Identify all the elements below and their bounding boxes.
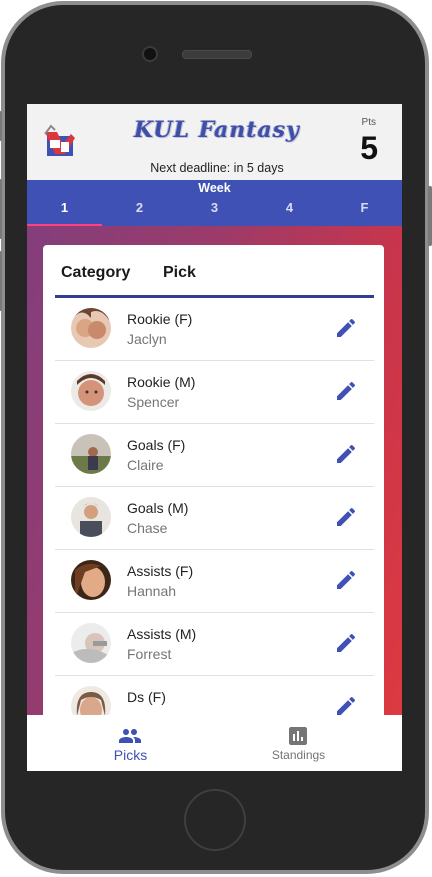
category-label: Goals (F) bbox=[127, 437, 186, 453]
nav-picks-label: Picks bbox=[113, 747, 148, 763]
category-label: Assists (M) bbox=[127, 626, 197, 642]
pencil-icon[interactable] bbox=[334, 568, 358, 592]
week-tab-4[interactable]: 4 bbox=[252, 196, 327, 226]
pick-column-header[interactable]: Pick bbox=[163, 264, 196, 282]
volume-down-button bbox=[0, 251, 2, 311]
avatar bbox=[71, 434, 111, 474]
category-label: Rookie (F) bbox=[127, 311, 193, 327]
pick-row[interactable]: Assists (M) Forrest bbox=[55, 613, 374, 676]
category-label: Rookie (M) bbox=[127, 374, 196, 390]
category-column-header[interactable]: Category bbox=[61, 264, 130, 282]
avatar bbox=[71, 497, 111, 537]
pick-name: Hannah bbox=[127, 583, 177, 599]
points-label: Pts bbox=[361, 117, 376, 128]
pick-name: Jaclyn bbox=[127, 331, 167, 347]
week-title: Week bbox=[198, 181, 231, 195]
deadline-text: Next deadline: in 5 days bbox=[150, 161, 284, 175]
app-title: KUL Fantasy bbox=[134, 117, 300, 143]
people-icon bbox=[118, 724, 142, 748]
avatar bbox=[71, 308, 111, 348]
app-header: KUL Fantasy Next deadline: in 5 days Pts… bbox=[27, 104, 402, 180]
avatar bbox=[71, 623, 111, 663]
pick-name: Claire bbox=[127, 457, 164, 473]
week-tab-final[interactable]: F bbox=[327, 196, 402, 226]
earpiece-speaker bbox=[182, 50, 252, 59]
week-tab-2[interactable]: 2 bbox=[102, 196, 177, 226]
mute-switch bbox=[0, 111, 2, 141]
week-tab-1[interactable]: 1 bbox=[27, 196, 102, 226]
kul-logo-icon bbox=[41, 124, 79, 158]
picks-header: Category Pick bbox=[55, 245, 374, 298]
week-tab-3[interactable]: 3 bbox=[177, 196, 252, 226]
pick-name: Forrest bbox=[127, 646, 172, 662]
pick-name: Chase bbox=[127, 520, 168, 536]
pencil-icon[interactable] bbox=[334, 379, 358, 403]
bottom-navigation: Picks Standings bbox=[27, 715, 402, 771]
volume-up-button bbox=[0, 179, 2, 239]
points-value: 5 bbox=[360, 130, 378, 166]
avatar bbox=[71, 371, 111, 411]
week-tabs: 1 2 3 4 F bbox=[27, 196, 402, 226]
bar-chart-icon bbox=[286, 724, 310, 748]
nav-standings[interactable]: Standings bbox=[205, 715, 392, 771]
pick-row[interactable]: Rookie (M) Spencer bbox=[55, 361, 374, 424]
pick-row[interactable]: Goals (M) Chase bbox=[55, 487, 374, 550]
pencil-icon[interactable] bbox=[334, 442, 358, 466]
category-label: Ds (F) bbox=[127, 689, 166, 705]
picks-card: Category Pick Rookie (F) Jaclyn Rookie (… bbox=[43, 245, 384, 725]
app-screen: KUL Fantasy Next deadline: in 5 days Pts… bbox=[27, 104, 402, 771]
nav-standings-label: Standings bbox=[271, 748, 326, 762]
pencil-icon[interactable] bbox=[334, 631, 358, 655]
pencil-icon[interactable] bbox=[334, 316, 358, 340]
pick-row[interactable]: Goals (F) Claire bbox=[55, 424, 374, 487]
picks-list: Rookie (F) Jaclyn Rookie (M) Spencer Goa… bbox=[55, 298, 374, 725]
front-camera bbox=[142, 46, 158, 62]
pencil-icon[interactable] bbox=[334, 505, 358, 529]
avatar bbox=[71, 560, 111, 600]
pick-row[interactable]: Rookie (F) Jaclyn bbox=[55, 298, 374, 361]
category-label: Goals (M) bbox=[127, 500, 189, 516]
pick-name: Spencer bbox=[127, 394, 180, 410]
week-selector: Week 1 2 3 4 F bbox=[27, 180, 402, 226]
power-button bbox=[428, 186, 432, 246]
category-label: Assists (F) bbox=[127, 563, 194, 579]
home-button[interactable] bbox=[184, 789, 246, 851]
pick-row[interactable]: Assists (F) Hannah bbox=[55, 550, 374, 613]
nav-picks[interactable]: Picks bbox=[37, 715, 224, 771]
